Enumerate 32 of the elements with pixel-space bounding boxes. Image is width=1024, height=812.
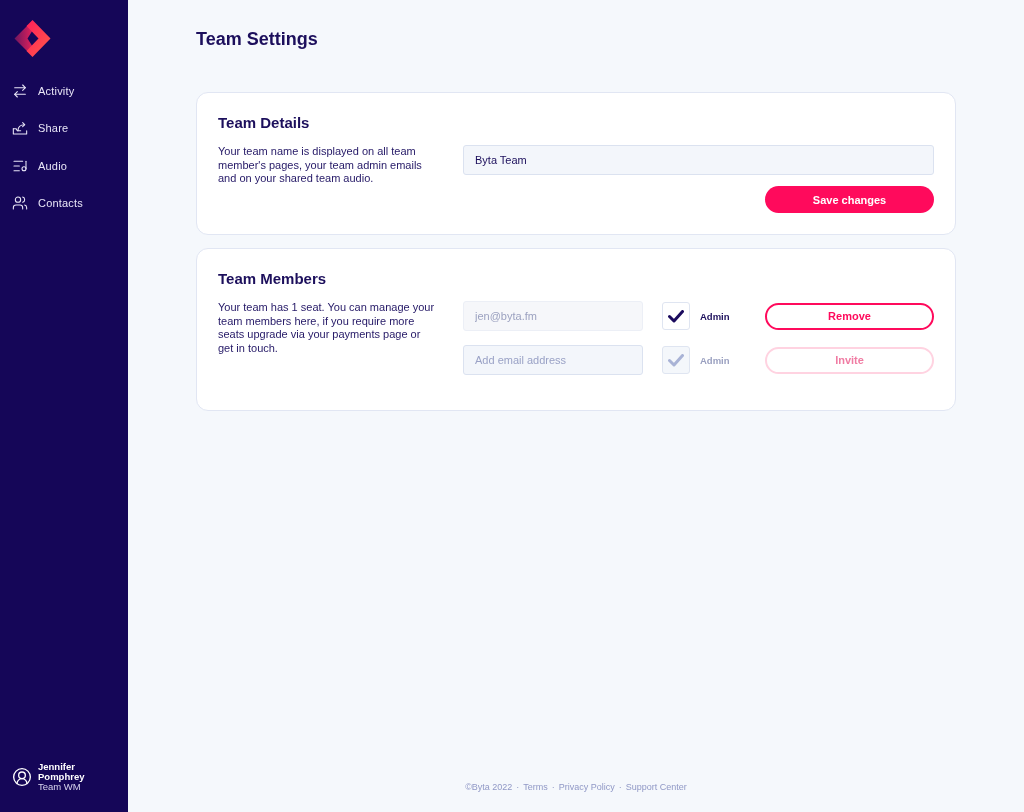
user-name: Jennifer Pomphrey bbox=[38, 762, 86, 782]
card-description: Your team name is displayed on all team member's pages, your team admin emails and on your shared team audio. bbox=[218, 145, 423, 186]
nav-item[interactable]: Contacts bbox=[0, 184, 128, 222]
user-avatar-icon[interactable] bbox=[12, 767, 32, 787]
nav-item[interactable]: Audio bbox=[0, 147, 128, 185]
check-icon bbox=[668, 309, 684, 323]
save-button[interactable]: Save changes bbox=[765, 186, 934, 213]
footer-link[interactable]: Terms bbox=[523, 782, 548, 792]
email-field[interactable]: Add email address bbox=[463, 345, 643, 375]
nav-item[interactable]: Activity bbox=[0, 72, 128, 110]
footer-link[interactable]: Privacy Policy bbox=[558, 782, 615, 792]
team-name-field[interactable]: Byta Team bbox=[463, 145, 934, 175]
separator-dot: · bbox=[551, 782, 555, 792]
separator-dot: · bbox=[516, 782, 520, 792]
check-icon bbox=[668, 353, 684, 367]
card-description: Your team has 1 seat. You can manage your team members here, if you require more seats upgrade via your payments page or get in touch. bbox=[218, 301, 436, 356]
separator-dot: · bbox=[618, 782, 622, 792]
card-heading: Team Details bbox=[218, 113, 310, 133]
card-heading: Team Members bbox=[218, 269, 327, 289]
arrows-icon bbox=[12, 82, 28, 99]
share-icon bbox=[12, 120, 28, 137]
nav-item[interactable]: Share bbox=[0, 109, 128, 147]
copyright-text: ©Byta 2022 bbox=[465, 782, 513, 792]
page-title: Team Settings bbox=[196, 28, 318, 50]
user-team: Team WM bbox=[38, 782, 81, 792]
remove-button[interactable]: Remove bbox=[765, 302, 934, 330]
admin-label: Admin bbox=[700, 310, 730, 322]
admin-checkbox[interactable] bbox=[662, 302, 690, 330]
admin-label: Admin bbox=[700, 354, 730, 366]
footer-link[interactable]: Support Center bbox=[625, 782, 687, 792]
diamond-logo-icon bbox=[14, 20, 51, 57]
users-icon bbox=[12, 195, 28, 212]
